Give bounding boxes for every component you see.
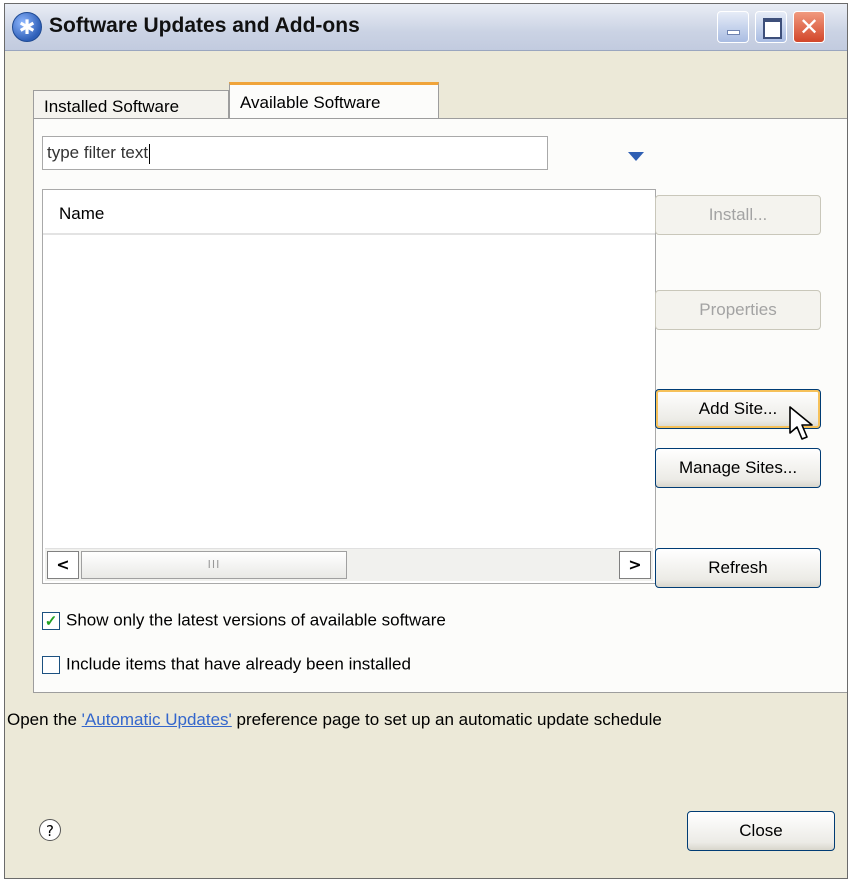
chevron-down-icon[interactable]: [628, 152, 644, 161]
close-window-button[interactable]: ✕: [793, 11, 825, 43]
include-installed-checkbox[interactable]: [42, 655, 60, 674]
info-suffix: preference page to set up an automatic u…: [231, 710, 662, 729]
minimize-button[interactable]: [717, 11, 749, 43]
title-bar[interactable]: ✱ Software Updates and Add-ons ✕: [5, 4, 847, 51]
include-installed-option[interactable]: Include items that have already been ins…: [42, 654, 411, 675]
maximize-icon: [763, 18, 782, 39]
minimize-icon: [727, 30, 740, 35]
scroll-right-button[interactable]: >: [619, 551, 651, 579]
software-updates-dialog: ✱ Software Updates and Add-ons ✕ Install…: [4, 3, 848, 879]
filter-input[interactable]: type filter text: [42, 136, 548, 170]
filter-text: type filter text: [47, 143, 149, 162]
window-title: Software Updates and Add-ons: [49, 14, 360, 37]
software-table[interactable]: Name < III >: [42, 189, 656, 584]
properties-button[interactable]: Properties: [655, 290, 821, 330]
refresh-button[interactable]: Refresh: [655, 548, 821, 588]
show-latest-label: Show only the latest versions of availab…: [66, 610, 446, 630]
column-header-name[interactable]: Name: [43, 190, 655, 235]
help-icon[interactable]: ?: [39, 819, 61, 841]
manage-sites-button[interactable]: Manage Sites...: [655, 448, 821, 488]
mouse-pointer-icon: [789, 406, 813, 440]
automatic-updates-info: Open the 'Automatic Updates' preference …: [7, 710, 662, 730]
eclipse-update-icon: ✱: [12, 12, 42, 42]
tab-available-software[interactable]: Available Software: [229, 82, 439, 122]
maximize-button[interactable]: [755, 11, 787, 43]
close-button[interactable]: Close: [687, 811, 835, 851]
info-prefix: Open the: [7, 710, 82, 729]
scroll-left-button[interactable]: <: [47, 551, 79, 579]
scroll-thumb[interactable]: III: [81, 551, 347, 579]
text-caret: [149, 143, 151, 164]
show-latest-option[interactable]: ✓ Show only the latest versions of availa…: [42, 610, 446, 631]
horizontal-scrollbar[interactable]: < III >: [45, 548, 653, 581]
include-installed-label: Include items that have already been ins…: [66, 654, 411, 674]
install-button[interactable]: Install...: [655, 195, 821, 235]
automatic-updates-link[interactable]: 'Automatic Updates': [82, 710, 232, 729]
show-latest-checkbox[interactable]: ✓: [42, 611, 60, 630]
close-icon: ✕: [798, 13, 820, 41]
